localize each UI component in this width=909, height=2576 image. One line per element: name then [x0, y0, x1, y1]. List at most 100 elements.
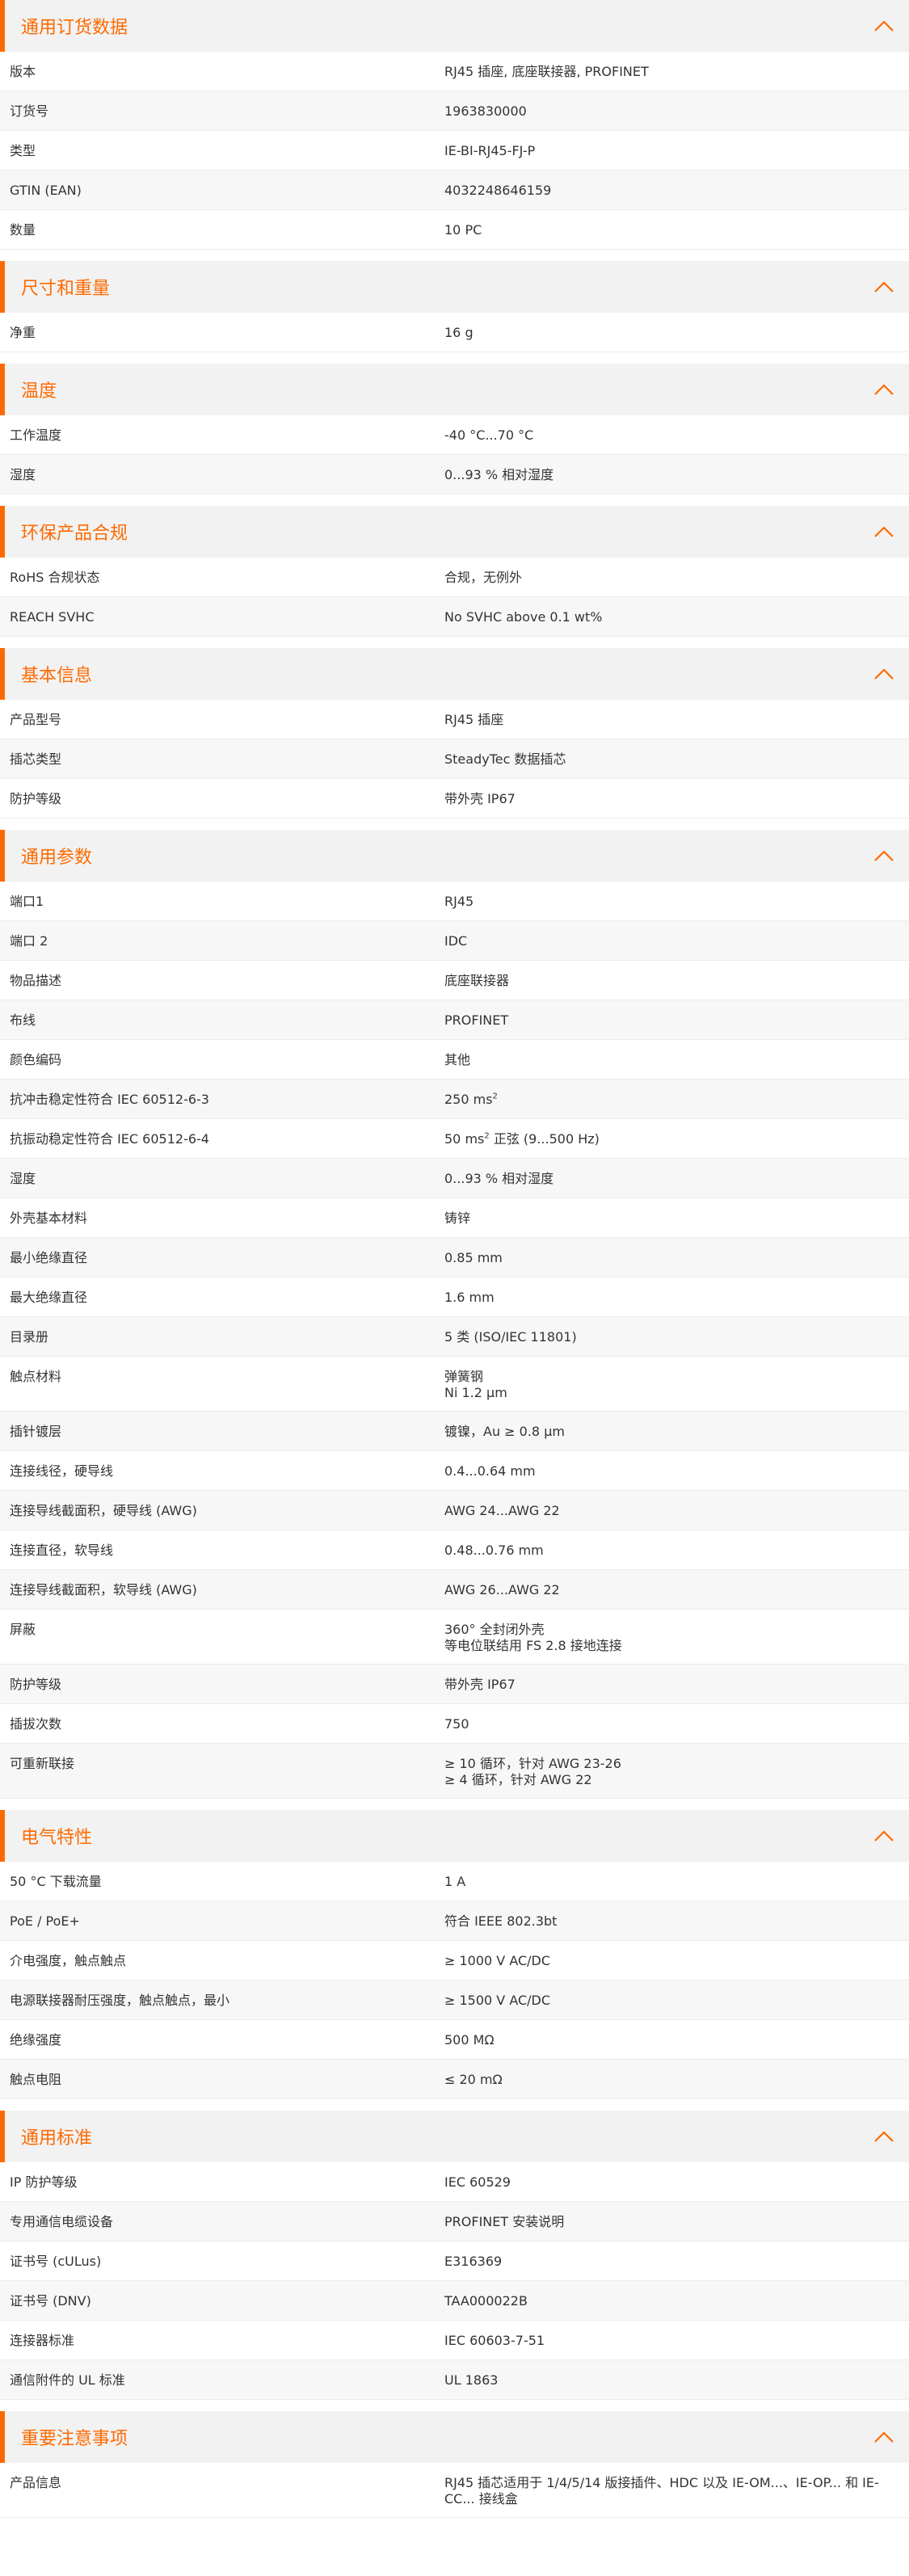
value-line: CC... 接线盒	[444, 2491, 518, 2507]
spec-row: 插针镀层 镀镍，Au ≥ 0.8 µm	[0, 1412, 909, 1451]
spec-row: 证书号 (cULus) E316369	[0, 2241, 909, 2281]
spec-label: REACH SVHC	[10, 609, 95, 625]
spec-label: 防护等级	[10, 791, 62, 806]
spec-label: 湿度	[10, 1171, 36, 1186]
chevron-up-icon[interactable]	[873, 849, 894, 862]
spec-value: ≥ 1500 V AC/DC	[444, 1993, 909, 2009]
value-line: 合规，无例外	[444, 570, 523, 585]
spec-row: 连接直径，软导线 0.48...0.76 mm	[0, 1530, 909, 1570]
product-spec-page: 通用订货数据 版本 RJ45 插座, 底座联接器, PROFINET 订货号 19638…	[0, 0, 909, 2518]
spec-label: 抗振动稳定性符合 IEC 60512-6-4	[10, 1131, 209, 1147]
spec-row: 端口 2 IDC	[0, 921, 909, 961]
spec-label: 数量	[10, 222, 36, 238]
value-line: RJ45 插座, 底座联接器, PROFINET	[444, 64, 649, 79]
spec-label: 50 °C 下载流量	[10, 1874, 102, 1889]
chevron-up-icon[interactable]	[873, 667, 894, 680]
spec-label: 订货号	[10, 103, 49, 119]
spec-label: 通信附件的 UL 标准	[10, 2372, 125, 2388]
spec-label: RoHS 合规状态	[10, 570, 100, 585]
spec-value: 铸锌	[444, 1210, 909, 1227]
value-line: 360° 全封闭外壳	[444, 1622, 545, 1637]
value-line: RJ45 插座	[444, 712, 504, 727]
spec-label: 连接线径，硬导线	[10, 1463, 114, 1479]
spec-section: 温度 工作温度 -40 °C...70 °C 湿度 0...93 % 相对湿度	[0, 364, 909, 495]
spec-row: 专用通信电缆设备 PROFINET 安装说明	[0, 2202, 909, 2241]
section-header[interactable]: 通用订货数据	[0, 0, 909, 52]
spec-label: 防护等级	[10, 1677, 62, 1692]
spec-row: 连接器标准 IEC 60603-7-51	[0, 2321, 909, 2360]
spec-value: -40 °C...70 °C	[444, 427, 909, 444]
spec-value: 4032248646159	[444, 183, 909, 199]
section-title: 通用订货数据	[21, 18, 128, 38]
value-line: ≤ 20 mΩ	[444, 2072, 503, 2087]
section-header[interactable]: 尺寸和重量	[0, 261, 909, 313]
spec-label: 产品信息	[10, 2475, 62, 2490]
spec-label: 类型	[10, 143, 36, 158]
spec-row: 数量 10 PC	[0, 210, 909, 250]
value-line: ≥ 1500 V AC/DC	[444, 1993, 551, 2008]
spec-label: 触点材料	[10, 1369, 62, 1384]
value-line: SteadyTec 数据插芯	[444, 751, 566, 767]
spec-label: 触点电阻	[10, 2072, 62, 2087]
value-line: 1 A	[444, 1874, 466, 1889]
chevron-up-icon[interactable]	[873, 2130, 894, 2143]
spec-row: 最大绝缘直径 1.6 mm	[0, 1277, 909, 1317]
spec-label: 物品描述	[10, 973, 62, 988]
spec-value: AWG 24...AWG 22	[444, 1503, 909, 1519]
value-line: 铸锌	[444, 1210, 471, 1226]
value-line: 0.4...0.64 mm	[444, 1463, 536, 1479]
spec-label: 插拔次数	[10, 1716, 62, 1732]
value-line: 500 MΩ	[444, 2032, 494, 2048]
value-line: 750	[444, 1716, 469, 1732]
spec-label: 证书号 (cULus)	[10, 2254, 102, 2269]
spec-row: IP 防护等级 IEC 60529	[0, 2162, 909, 2202]
spec-label: 净重	[10, 325, 36, 340]
value-line: AWG 24...AWG 22	[444, 1503, 560, 1518]
chevron-up-icon[interactable]	[873, 383, 894, 396]
spec-section: 电气特性 50 °C 下载流量 1 A PoE / PoE+ 符合 IEEE 802.3…	[0, 1810, 909, 2099]
value-line: RJ45 插芯适用于 1/4/5/14 版接插件、HDC 以及 IE-OM...…	[444, 2475, 879, 2490]
spec-label: 连接直径，软导线	[10, 1543, 114, 1558]
chevron-up-icon[interactable]	[873, 1829, 894, 1842]
value-line: 其他	[444, 1052, 471, 1067]
spec-row: 50 °C 下载流量 1 A	[0, 1862, 909, 1901]
value-line: 5 类 (ISO/IEC 11801)	[444, 1329, 577, 1345]
section-header[interactable]: 通用参数	[0, 830, 909, 882]
section-header[interactable]: 电气特性	[0, 1810, 909, 1862]
spec-label: 湿度	[10, 467, 36, 482]
value-line: IDC	[444, 933, 468, 949]
spec-label: 版本	[10, 64, 36, 79]
spec-label: 插针镀层	[10, 1424, 62, 1439]
spec-row: 抗振动稳定性符合 IEC 60512-6-4 50 ms2 正弦 (9...500…	[0, 1119, 909, 1159]
spec-row: 湿度 0...93 % 相对湿度	[0, 455, 909, 495]
section-header[interactable]: 基本信息	[0, 648, 909, 700]
value-line: 带外壳 IP67	[444, 1677, 516, 1692]
section-title: 尺寸和重量	[21, 279, 111, 299]
spec-value: UL 1863	[444, 2372, 909, 2389]
spec-row: 绝缘强度 500 MΩ	[0, 2020, 909, 2060]
chevron-up-icon[interactable]	[873, 19, 894, 32]
value-line: PROFINET	[444, 1012, 509, 1028]
value-line: 4032248646159	[444, 183, 552, 198]
chevron-up-icon[interactable]	[873, 280, 894, 293]
chevron-up-icon[interactable]	[873, 2431, 894, 2443]
section-header[interactable]: 环保产品合规	[0, 506, 909, 558]
spec-row: 触点电阻 ≤ 20 mΩ	[0, 2060, 909, 2099]
spec-row: 证书号 (DNV) TAA000022B	[0, 2281, 909, 2321]
spec-value: 250 ms2	[444, 1092, 909, 1108]
spec-row: 布线 PROFINET	[0, 1000, 909, 1040]
spec-row: 类型 IE-BI-RJ45-FJ-P	[0, 131, 909, 170]
spec-value: 0.48...0.76 mm	[444, 1543, 909, 1559]
spec-row: 版本 RJ45 插座, 底座联接器, PROFINET	[0, 52, 909, 91]
spec-value: 合规，无例外	[444, 570, 909, 586]
chevron-up-icon[interactable]	[873, 525, 894, 538]
value-line: 带外壳 IP67	[444, 791, 516, 806]
spec-row: 防护等级 带外壳 IP67	[0, 779, 909, 819]
section-header[interactable]: 重要注意事项	[0, 2411, 909, 2463]
section-header[interactable]: 通用标准	[0, 2111, 909, 2162]
spec-label: 连接导线截面积，软导线 (AWG)	[10, 1582, 197, 1597]
section-header[interactable]: 温度	[0, 364, 909, 415]
spec-label: 目录册	[10, 1329, 49, 1345]
value-text: 50 ms	[444, 1131, 485, 1147]
spec-value: No SVHC above 0.1 wt%	[444, 609, 909, 625]
